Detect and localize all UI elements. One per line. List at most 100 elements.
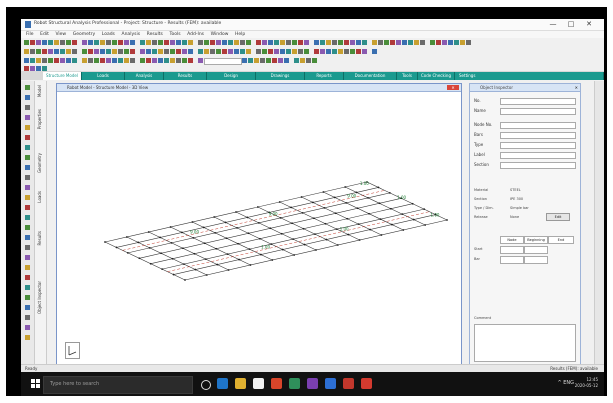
- toolbar-button-icon[interactable]: [216, 49, 221, 54]
- toolbar-button-icon[interactable]: [82, 40, 87, 45]
- toolbar-button-icon[interactable]: [130, 40, 135, 45]
- grid-node[interactable]: [424, 224, 427, 226]
- right-scrollbar[interactable]: [594, 81, 604, 364]
- toolbar-button-icon[interactable]: [254, 58, 259, 63]
- left-tool-icon[interactable]: [25, 235, 30, 240]
- toolbar-button-icon[interactable]: [228, 49, 233, 54]
- grid-node[interactable]: [202, 226, 205, 229]
- toolbar-button-icon[interactable]: [100, 40, 105, 45]
- toolbar-button-icon[interactable]: [36, 40, 41, 45]
- grid-node[interactable]: [303, 243, 306, 246]
- grid-node[interactable]: [293, 254, 296, 256]
- toolbar-button-icon[interactable]: [146, 40, 151, 45]
- toolbar-button-icon[interactable]: [176, 58, 181, 63]
- toolbar-button-icon[interactable]: [198, 58, 203, 63]
- menu-addins[interactable]: Add-Ins: [187, 31, 204, 38]
- powerpoint-icon[interactable]: [343, 378, 354, 389]
- toolbar-button-icon[interactable]: [48, 49, 53, 54]
- grid-node[interactable]: [181, 231, 183, 234]
- grid-node[interactable]: [193, 252, 196, 255]
- left-tool-icon[interactable]: [25, 145, 30, 150]
- toolbar-button-icon[interactable]: [182, 40, 187, 45]
- grid-node[interactable]: [171, 257, 174, 260]
- edge-icon[interactable]: [217, 378, 228, 389]
- toolbar-button-icon[interactable]: [24, 40, 29, 45]
- grid-node[interactable]: [203, 242, 206, 245]
- taskbar-clock[interactable]: 12:45 2020-05-12: [575, 377, 598, 389]
- grid-node[interactable]: [160, 252, 163, 255]
- grid-node[interactable]: [169, 226, 172, 228]
- toolbar-button-icon[interactable]: [300, 58, 305, 63]
- menu-view[interactable]: View: [55, 31, 66, 38]
- toolbar-button-icon[interactable]: [274, 40, 279, 45]
- left-tool-icon[interactable]: [25, 305, 30, 310]
- toolbar-button-icon[interactable]: [54, 49, 59, 54]
- toolbar-button-icon[interactable]: [460, 40, 465, 45]
- grid-node[interactable]: [412, 218, 415, 221]
- taskbar-search[interactable]: Type here to search: [43, 376, 193, 394]
- left-tool-icon[interactable]: [25, 295, 30, 300]
- toolbar-button-icon[interactable]: [36, 49, 41, 54]
- side-tab-properties[interactable]: Properties: [37, 109, 44, 129]
- structure-grid[interactable]: 9.00 9.00 9.00 1.00 1.00 1.00 1.00 1.00: [57, 92, 461, 364]
- side-tab-object-inspector[interactable]: Object Inspector: [37, 281, 44, 314]
- grid-node[interactable]: [213, 216, 216, 218]
- toolbar-button-icon[interactable]: [414, 40, 419, 45]
- grid-node[interactable]: [324, 222, 327, 225]
- toolbar-button-icon[interactable]: [312, 58, 317, 63]
- menu-tools[interactable]: Tools: [169, 31, 180, 38]
- toolbar-button-icon[interactable]: [82, 49, 87, 54]
- grid-node[interactable]: [246, 216, 249, 219]
- toolbar-button-icon[interactable]: [94, 40, 99, 45]
- grid-node[interactable]: [191, 221, 194, 223]
- toolbar-button-icon[interactable]: [106, 40, 111, 45]
- toolbar-button-icon[interactable]: [188, 40, 193, 45]
- grid-node[interactable]: [159, 236, 161, 239]
- toolbar-button-icon[interactable]: [82, 58, 87, 63]
- left-tool-icon[interactable]: [25, 205, 30, 210]
- grid-node[interactable]: [402, 229, 405, 231]
- toolbar-button-icon[interactable]: [118, 58, 123, 63]
- grid-node[interactable]: [225, 237, 228, 240]
- toolbar-button-icon[interactable]: [152, 40, 157, 45]
- toolbar-button-icon[interactable]: [210, 40, 215, 45]
- left-tool-icon[interactable]: [25, 265, 30, 270]
- grid-node[interactable]: [205, 274, 208, 276]
- toolbar-button-icon[interactable]: [88, 58, 93, 63]
- toolbar-button-icon[interactable]: [204, 49, 209, 54]
- toolbar-button-icon[interactable]: [408, 40, 413, 45]
- toolbar-button-icon[interactable]: [130, 49, 135, 54]
- grid-node[interactable]: [368, 212, 370, 215]
- left-tool-icon[interactable]: [25, 135, 30, 140]
- grid-node[interactable]: [182, 247, 184, 250]
- maximize-button[interactable]: □: [565, 20, 577, 29]
- toolbar-button-icon[interactable]: [234, 49, 239, 54]
- toolbar-button-icon[interactable]: [372, 49, 377, 54]
- grid-node[interactable]: [247, 232, 250, 235]
- grid-node[interactable]: [358, 239, 361, 241]
- left-tool-icon[interactable]: [25, 185, 30, 190]
- grid-node[interactable]: [411, 202, 414, 205]
- field-input[interactable]: [500, 152, 576, 159]
- toolbar-button-icon[interactable]: [158, 58, 163, 63]
- grid-node[interactable]: [336, 244, 339, 246]
- toolbar-button-icon[interactable]: [164, 49, 169, 54]
- toolbar-button-icon[interactable]: [30, 49, 35, 54]
- toolbar-button-icon[interactable]: [384, 40, 389, 45]
- left-tool-icon[interactable]: [25, 175, 30, 180]
- toolbar-button-icon[interactable]: [210, 49, 215, 54]
- toolbar-button-icon[interactable]: [54, 58, 59, 63]
- toolbar-button-icon[interactable]: [158, 49, 163, 54]
- toolbar-button-icon[interactable]: [278, 58, 283, 63]
- toolbar-button-icon[interactable]: [48, 40, 53, 45]
- toolbar-button-icon[interactable]: [350, 40, 355, 45]
- toolbar-button-icon[interactable]: [466, 40, 471, 45]
- toolbar-combo[interactable]: [204, 58, 242, 65]
- tab-structure-model[interactable]: Structure Model: [43, 72, 82, 80]
- grid-node[interactable]: [269, 227, 272, 230]
- toolbar-button-icon[interactable]: [356, 49, 361, 54]
- grid-cell[interactable]: [500, 256, 524, 264]
- grid-node[interactable]: [260, 253, 262, 256]
- grid-node[interactable]: [214, 231, 217, 234]
- grid-node[interactable]: [388, 191, 391, 194]
